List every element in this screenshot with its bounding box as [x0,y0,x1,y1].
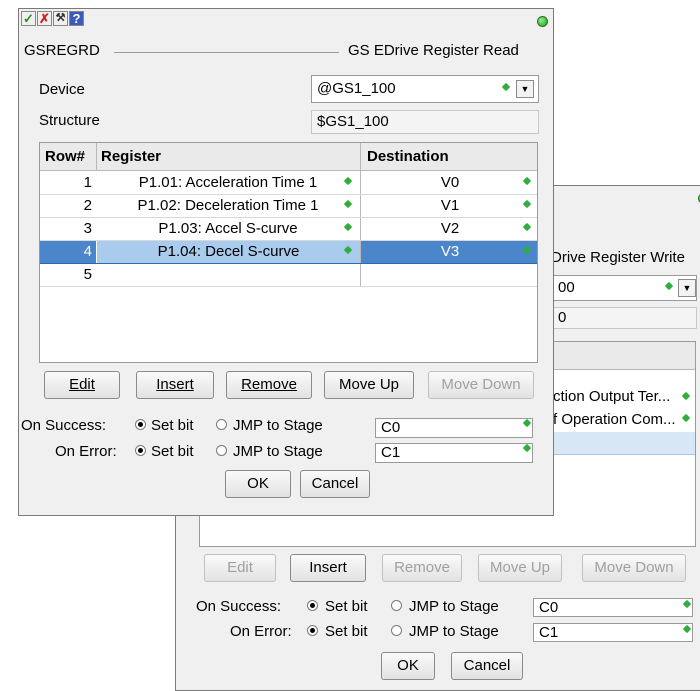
destination-cell: V3 [361,241,537,263]
column-header-destination: Destination [367,148,449,165]
destination-cell [361,264,537,286]
destination-cell: V2 [440,220,460,237]
column-header-register: Register [101,148,162,165]
on-error-label: On Error: [55,443,117,460]
destination-cell: V1 [440,197,460,214]
device-label: Device [39,81,85,98]
instruction-name: GSREGRD [24,42,100,59]
row-number: 2 [83,197,92,214]
remove-button[interactable]: Remove [226,371,312,399]
close-icon[interactable]: ✗ [37,11,52,26]
error-set-bit-label: Set bit [151,443,194,460]
error-set-bit-label: Set bit [325,623,368,640]
status-indicator-icon [537,16,548,27]
structure-label: Structure [39,112,100,129]
chevron-down-icon[interactable]: ▼ [678,279,696,297]
title-divider [114,52,339,53]
error-address-field[interactable]: C1 [375,443,533,463]
structure-field: 0 [552,307,697,329]
device-field[interactable]: 00 [552,275,697,301]
insert-button[interactable]: Insert [290,554,366,582]
success-jmp-label: JMP to Stage [409,598,499,615]
on-error-label: On Error: [230,623,292,640]
edit-button[interactable]: Edit [204,554,276,582]
success-jmp-radio[interactable] [216,419,227,430]
register-cell: P1.01: Acceleration Time 1 [138,174,318,191]
row-number: 4 [40,241,96,263]
row-number: 3 [83,220,92,237]
dialog-title: Drive Register Write [551,249,685,266]
destination-cell: V0 [440,174,460,191]
success-set-bit-radio[interactable] [135,419,146,430]
on-success-label: On Success: [21,417,107,434]
success-jmp-label: JMP to Stage [233,417,323,434]
edit-button[interactable]: Edit [44,371,120,399]
register-cell: f Operation Com... [553,411,676,428]
row-number: 5 [83,266,92,283]
success-address-field[interactable]: C0 [533,598,693,617]
table-row-selected[interactable]: 4 P1.04: Decel S-curve V3 [40,241,537,264]
register-read-dialog: ✓ ✗ ⚒ ? GSREGRD GS EDrive Register Read … [18,8,554,516]
register-cell [97,264,359,286]
error-jmp-radio[interactable] [391,625,402,636]
error-jmp-label: JMP to Stage [233,443,323,460]
register-cell: P1.04: Decel S-curve [97,241,360,263]
success-address-field[interactable]: C0 [375,418,533,438]
error-set-bit-radio[interactable] [307,625,318,636]
table-row[interactable]: 2 P1.02: Deceleration Time 1 V1 [40,195,537,218]
structure-field: $GS1_100 [311,110,539,134]
error-jmp-label: JMP to Stage [409,623,499,640]
success-set-bit-label: Set bit [325,598,368,615]
error-jmp-radio[interactable] [216,445,227,456]
column-divider [96,143,97,171]
chevron-down-icon[interactable]: ▼ [516,80,534,98]
device-value: @GS1_100 [317,80,396,97]
remove-button[interactable]: Remove [382,554,462,582]
table-row[interactable]: 3 P1.03: Accel S-curve V2 [40,218,537,241]
error-address-field[interactable]: C1 [533,623,693,642]
help-icon[interactable]: ? [69,11,84,26]
move-up-button[interactable]: Move Up [324,371,414,399]
on-success-label: On Success: [196,598,282,615]
cancel-button[interactable]: Cancel [300,470,370,498]
register-cell: P1.02: Deceleration Time 1 [137,197,319,214]
register-table: Row# Register Destination 1 P1.01: Accel… [39,142,538,363]
tools-icon[interactable]: ⚒ [53,11,68,26]
table-row[interactable]: 5 [40,264,537,287]
device-value: 00 [558,279,575,296]
success-jmp-radio[interactable] [391,600,402,611]
move-up-button[interactable]: Move Up [478,554,562,582]
success-set-bit-label: Set bit [151,417,194,434]
column-header-row: Row# [45,148,86,165]
success-set-bit-radio[interactable] [307,600,318,611]
error-set-bit-radio[interactable] [135,445,146,456]
structure-value: 0 [558,309,567,326]
cancel-button[interactable]: Cancel [451,652,523,680]
dialog-title: GS EDrive Register Read [348,42,519,59]
row-number: 1 [83,174,92,191]
structure-value: $GS1_100 [317,113,389,130]
move-down-button[interactable]: Move Down [428,371,534,399]
ok-button[interactable]: OK [381,652,435,680]
register-cell: ction Output Ter... [553,388,671,405]
move-down-button[interactable]: Move Down [582,554,686,582]
table-row[interactable]: 1 P1.01: Acceleration Time 1 V0 [40,172,537,195]
check-icon[interactable]: ✓ [21,11,36,26]
table-header: Row# Register Destination [40,143,537,171]
register-cell: P1.03: Accel S-curve [158,220,298,237]
insert-button[interactable]: Insert [136,371,214,399]
ok-button[interactable]: OK [225,470,291,498]
